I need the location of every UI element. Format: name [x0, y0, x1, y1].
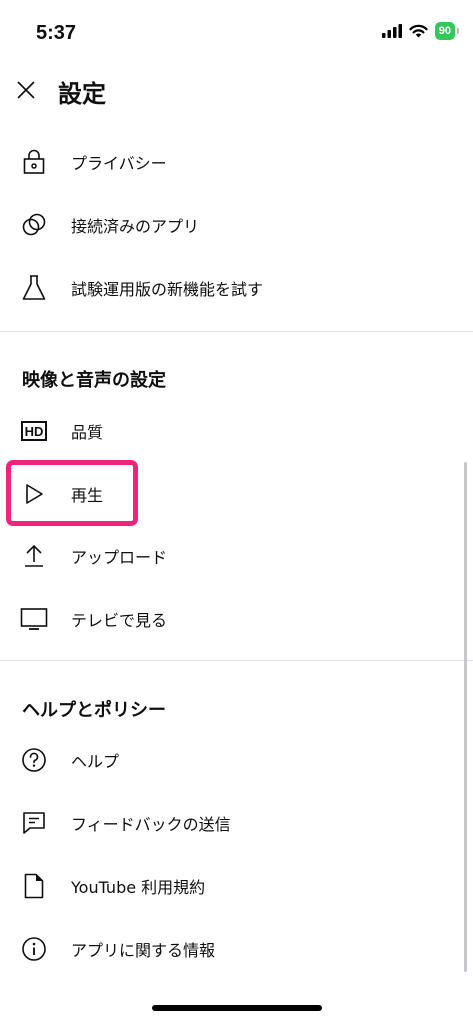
settings-item-label: アプリに関する情報 — [71, 941, 216, 960]
status-icons: 90 — [381, 22, 460, 40]
settings-item-label: 品質 — [71, 423, 104, 442]
settings-item-label: 接続済みのアプリ — [71, 217, 200, 236]
battery-indicator: 90 — [434, 22, 460, 40]
settings-item-privacy[interactable]: プライバシー — [0, 134, 473, 190]
settings-item-connected-apps[interactable]: 接続済みのアプリ — [0, 197, 473, 253]
settings-item-label: フィードバックの送信 — [71, 815, 231, 834]
info-icon — [20, 935, 48, 963]
scrollbar[interactable] — [464, 462, 467, 972]
settings-item-label: プライバシー — [71, 154, 167, 173]
settings-item-label: アップロード — [71, 548, 168, 567]
close-icon — [16, 80, 36, 100]
settings-item-watch-on-tv[interactable]: テレビで見る — [0, 591, 473, 647]
close-button[interactable] — [8, 72, 44, 108]
settings-item-feedback[interactable]: フィードバックの送信 — [0, 795, 473, 851]
settings-item-upload[interactable]: アップロード — [0, 528, 473, 584]
status-time: 5:37 — [36, 22, 77, 44]
svg-text:HD: HD — [25, 424, 44, 439]
tv-icon — [20, 605, 48, 633]
help-icon — [20, 746, 48, 774]
settings-item-label: テレビで見る — [71, 611, 168, 630]
settings-item-terms[interactable]: YouTube 利用規約 — [0, 858, 473, 914]
section-title-video-audio: 映像と音声の設定 — [22, 370, 166, 391]
document-icon — [20, 872, 48, 900]
settings-item-experiments[interactable]: 試験運用版の新機能を試す — [0, 260, 473, 316]
home-indicator — [152, 1005, 322, 1011]
header: 設定 — [0, 62, 473, 122]
settings-item-help[interactable]: ヘルプ — [0, 732, 473, 788]
settings-item-quality[interactable]: HD 品質 — [0, 403, 473, 459]
flask-icon — [20, 274, 48, 302]
settings-item-label: ヘルプ — [71, 752, 120, 771]
signal-icon — [381, 24, 402, 38]
highlight-box — [6, 460, 138, 526]
lock-icon — [20, 148, 48, 176]
section-title-help-policy: ヘルプとポリシー — [22, 700, 166, 721]
settings-item-app-info[interactable]: アプリに関する情報 — [0, 921, 473, 977]
divider — [0, 331, 473, 332]
wifi-icon — [409, 24, 428, 38]
settings-item-label: 試験運用版の新機能を試す — [71, 280, 264, 299]
connected-apps-icon — [20, 211, 48, 239]
feedback-icon — [20, 809, 48, 837]
page-title: 設定 — [58, 80, 106, 108]
settings-item-label: YouTube 利用規約 — [71, 878, 206, 897]
divider — [0, 660, 473, 661]
status-bar: 5:37 90 — [0, 0, 473, 62]
hd-icon: HD — [20, 417, 48, 445]
upload-icon — [20, 542, 48, 570]
